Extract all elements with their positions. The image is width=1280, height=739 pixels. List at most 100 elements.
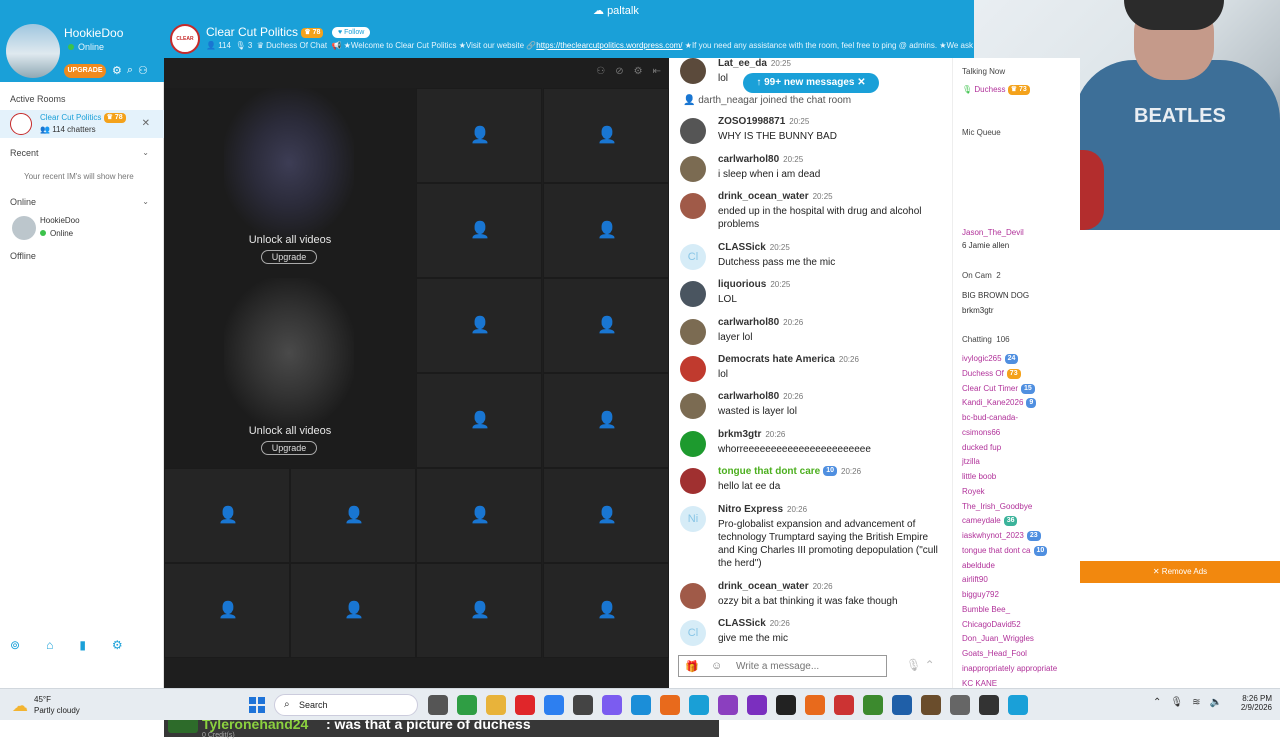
recent-heading[interactable]: Recent	[10, 148, 39, 158]
video-tile-empty[interactable]: 👤	[543, 373, 669, 468]
message-user[interactable]: Lat_ee_da 20:25	[718, 58, 791, 69]
message-username[interactable]: drink_ocean_water	[718, 581, 809, 592]
message-user[interactable]: brkm3gtr 20:26	[718, 429, 785, 440]
video-tile-empty[interactable]: 👤	[416, 563, 542, 658]
chatting-user-name[interactable]: Bumble Bee_	[962, 605, 1010, 614]
chatting-user-name[interactable]: abeldude	[962, 561, 995, 570]
message-user[interactable]: ZOSO1998871 20:25	[718, 116, 809, 127]
message-username[interactable]: tongue that dont care	[718, 466, 820, 477]
home-icon[interactable]: ⌂	[46, 638, 53, 652]
online-heading[interactable]: Online	[10, 197, 36, 207]
message-user[interactable]: carlwarhol80 20:26	[718, 317, 803, 328]
app-p-icon[interactable]	[747, 695, 767, 715]
video-tile-empty[interactable]: 👤	[290, 563, 416, 658]
mic-icon[interactable]: 🎙 ⌃	[906, 658, 935, 672]
chatting-user-name[interactable]: cameydale	[962, 516, 1001, 525]
gear-icon[interactable]: ⚙	[112, 64, 122, 77]
user-avatar[interactable]	[680, 356, 706, 382]
mic-queue-user[interactable]: Jason_The_Devil	[962, 228, 1024, 237]
user-avatar[interactable]: Ni	[680, 506, 706, 532]
chatting-user-name[interactable]: Royek	[962, 487, 985, 496]
gear-icon[interactable]: ⚙	[634, 66, 643, 77]
upgrade-video-button[interactable]: Upgrade	[261, 250, 317, 264]
on-cam-user[interactable]: BIG BROWN DOG	[962, 291, 1029, 300]
search-icon[interactable]: ⌕	[127, 64, 133, 77]
taskbar-search[interactable]: ⌕ Search	[274, 694, 418, 716]
app-circle-icon[interactable]	[950, 695, 970, 715]
chatting-user[interactable]: bigguy792	[962, 590, 999, 599]
paltalk-icon[interactable]	[1008, 695, 1028, 715]
settings-icon[interactable]: ⚙	[112, 638, 123, 652]
app-green-icon[interactable]	[863, 695, 883, 715]
chatting-user[interactable]: abeldude	[962, 561, 995, 570]
chevron-up-icon[interactable]: ⌃	[1153, 697, 1161, 708]
chatting-user[interactable]: bc-bud-canada-	[962, 413, 1018, 422]
emoji-icon[interactable]: ☺	[711, 660, 722, 672]
message-username[interactable]: Lat_ee_da	[718, 58, 767, 69]
on-cam-user[interactable]: brkm3gtr	[962, 306, 994, 315]
weather-icon[interactable]: ☁	[12, 696, 28, 716]
chatting-user[interactable]: ivylogic265 24	[962, 354, 1019, 364]
user-avatar[interactable]	[680, 156, 706, 182]
video-tile-locked[interactable]: Unlock all videos Upgrade	[164, 278, 416, 468]
friend-avatar[interactable]	[12, 216, 36, 240]
chatting-user-name[interactable]: Clear Cut Timer	[962, 384, 1018, 393]
wifi-icon[interactable]: ≋	[1192, 697, 1200, 708]
user-avatar[interactable]: Cl	[680, 244, 706, 270]
group-icon[interactable]: ⚇	[596, 66, 605, 77]
add-user-icon[interactable]: ⚇	[138, 64, 148, 77]
chatting-user[interactable]: Goats_Head_Fool	[962, 649, 1027, 658]
room-owner[interactable]: Duchess Of Chat	[266, 41, 327, 50]
video-tile-locked[interactable]: Unlock all videos Upgrade	[164, 88, 416, 278]
offline-heading[interactable]: Offline	[10, 251, 36, 261]
video-tile-empty[interactable]: 👤	[416, 88, 542, 183]
chatting-user-name[interactable]: Goats_Head_Fool	[962, 649, 1027, 658]
gift-icon[interactable]: 🎁	[685, 660, 699, 673]
chatting-user-name[interactable]: KC KANE	[962, 679, 997, 688]
upgrade-video-button[interactable]: Upgrade	[261, 441, 317, 455]
volume-icon[interactable]: 🔈	[1209, 697, 1221, 708]
user-avatar[interactable]	[680, 118, 706, 144]
user-avatar[interactable]	[6, 24, 60, 78]
video-tile-empty[interactable]: 👤	[543, 563, 669, 658]
app-globe-icon[interactable]	[718, 695, 738, 715]
video-tile-empty[interactable]: 👤	[416, 373, 542, 468]
store-icon[interactable]	[573, 695, 593, 715]
message-username[interactable]: CLASSick	[718, 618, 766, 629]
talking-user[interactable]: 🎙 Duchess ♛ 73	[962, 85, 1030, 95]
user-avatar[interactable]: Cl	[680, 620, 706, 646]
message-user[interactable]: drink_ocean_water 20:26	[718, 581, 833, 592]
video-tile-empty[interactable]: 👤	[164, 563, 290, 658]
message-username[interactable]: carlwarhol80	[718, 154, 779, 165]
chatting-user-name[interactable]: Don_Juan_Wriggles	[962, 634, 1034, 643]
chatting-user-name[interactable]: ducked fup	[962, 443, 1001, 452]
copilot-icon[interactable]	[602, 695, 622, 715]
video-tile-empty[interactable]: 👤	[164, 468, 290, 563]
chatting-user-name[interactable]: ivylogic265	[962, 354, 1002, 363]
chatting-user[interactable]: tongue that dont ca 10	[962, 545, 1048, 556]
chatting-user-name[interactable]: airlift90	[962, 575, 988, 584]
chevron-down-icon[interactable]: ⌄	[142, 148, 149, 157]
weather-desc[interactable]: Partly cloudy	[34, 706, 80, 715]
user-avatar[interactable]	[680, 393, 706, 419]
chatting-user-name[interactable]: little boob	[962, 472, 996, 481]
chatting-user[interactable]: jtzilla	[962, 457, 980, 466]
user-avatar[interactable]	[680, 58, 706, 84]
user-avatar[interactable]	[680, 281, 706, 307]
message-username[interactable]: carlwarhol80	[718, 391, 779, 402]
new-messages-button[interactable]: ↑ 99+ new messages ✕	[743, 73, 879, 93]
mic-icon[interactable]: 🎙	[1170, 697, 1183, 708]
close-icon[interactable]: ✕	[142, 118, 150, 129]
chatting-user-name[interactable]: inappropriately appropriate	[962, 664, 1057, 673]
video-tile-empty[interactable]: 👤	[543, 183, 669, 278]
chatting-user[interactable]: inappropriately appropriate	[962, 664, 1057, 673]
chatting-user-name[interactable]: bc-bud-canada-	[962, 413, 1018, 422]
chatting-user[interactable]: ChicagoDavid52	[962, 620, 1021, 629]
talking-user-name[interactable]: Duchess	[974, 85, 1005, 94]
video-tile-empty[interactable]: 👤	[543, 468, 669, 563]
messenger-icon[interactable]	[544, 695, 564, 715]
message-user[interactable]: tongue that dont care 10 20:26	[718, 466, 861, 477]
edge-icon[interactable]	[631, 695, 651, 715]
youtube-icon[interactable]	[515, 695, 535, 715]
message-user[interactable]: drink_ocean_water 20:25	[718, 191, 833, 202]
